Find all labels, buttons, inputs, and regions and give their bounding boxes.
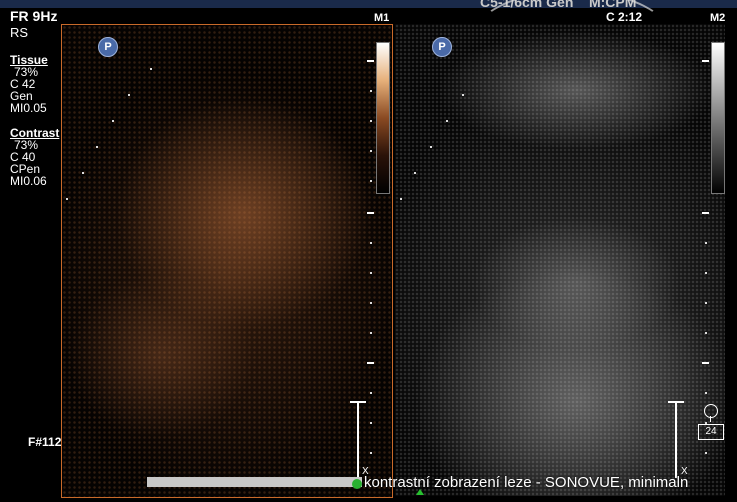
timer: C 2:12 xyxy=(606,10,643,24)
contrast-block: Contrast 73% C 40 CPen MI0.06 xyxy=(10,127,59,187)
depth-tick xyxy=(367,212,374,214)
depth-dot xyxy=(705,392,707,394)
focus-dot xyxy=(462,94,464,96)
depth-dot xyxy=(705,242,707,244)
depth-dot xyxy=(370,150,372,152)
focus-dot xyxy=(112,120,114,122)
m2-label: M2 xyxy=(710,12,726,24)
depth-dot xyxy=(370,422,372,424)
frame-rate: FR 9Hz xyxy=(10,8,58,24)
depth-dot xyxy=(370,242,372,244)
cine-position-marker[interactable] xyxy=(352,479,362,489)
depth-tick xyxy=(367,60,374,62)
focus-icon[interactable] xyxy=(704,404,718,418)
contrast-colorbar xyxy=(376,42,390,194)
depth-tick xyxy=(702,362,709,364)
focus-dot xyxy=(82,172,84,174)
contrast-mi: MI0.06 xyxy=(10,174,47,188)
contrast-image-pane[interactable] xyxy=(61,24,393,498)
depth-dot xyxy=(370,302,372,304)
depth-dot xyxy=(705,302,707,304)
depth-dot xyxy=(370,180,372,182)
p-circle-icon[interactable]: P xyxy=(432,37,452,57)
depth-dot xyxy=(370,332,372,334)
depth-dot xyxy=(705,332,707,334)
tissue-mi: MI0.05 xyxy=(10,101,47,115)
scale-bar-left[interactable] xyxy=(357,402,359,478)
cine-slider[interactable] xyxy=(147,477,362,487)
focus-dot xyxy=(150,68,152,70)
depth-dot xyxy=(370,272,372,274)
focus-dot xyxy=(414,172,416,174)
depth-dot xyxy=(705,272,707,274)
depth-dot xyxy=(370,120,372,122)
scale-bar-right[interactable] xyxy=(675,402,677,478)
depth-dot xyxy=(370,392,372,394)
depth-dot xyxy=(370,90,372,92)
focus-dot xyxy=(430,146,432,148)
depth-tick xyxy=(367,362,374,364)
focus-dot xyxy=(446,120,448,122)
m1-label: M1 xyxy=(374,12,390,24)
probe-label: RS xyxy=(10,25,29,40)
depth-dot xyxy=(370,452,372,454)
depth-dot xyxy=(705,452,707,454)
focus-dot xyxy=(400,198,402,200)
p-circle-icon[interactable]: P xyxy=(98,37,118,57)
focus-dot xyxy=(66,198,68,200)
tissue-block: Tissue 73% C 42 Gen MI0.05 xyxy=(10,54,48,114)
caption-text: kontrastní zobrazení leze - SONOVUE, min… xyxy=(364,474,689,491)
focus-dot xyxy=(128,94,130,96)
depth-tick xyxy=(702,212,709,214)
contrast-speckle xyxy=(62,25,392,497)
focus-dot xyxy=(96,146,98,148)
bmode-colorbar xyxy=(711,42,725,194)
focus-icon-stem xyxy=(710,416,711,422)
depth-box: 24 xyxy=(698,424,724,440)
depth-tick xyxy=(702,60,709,62)
